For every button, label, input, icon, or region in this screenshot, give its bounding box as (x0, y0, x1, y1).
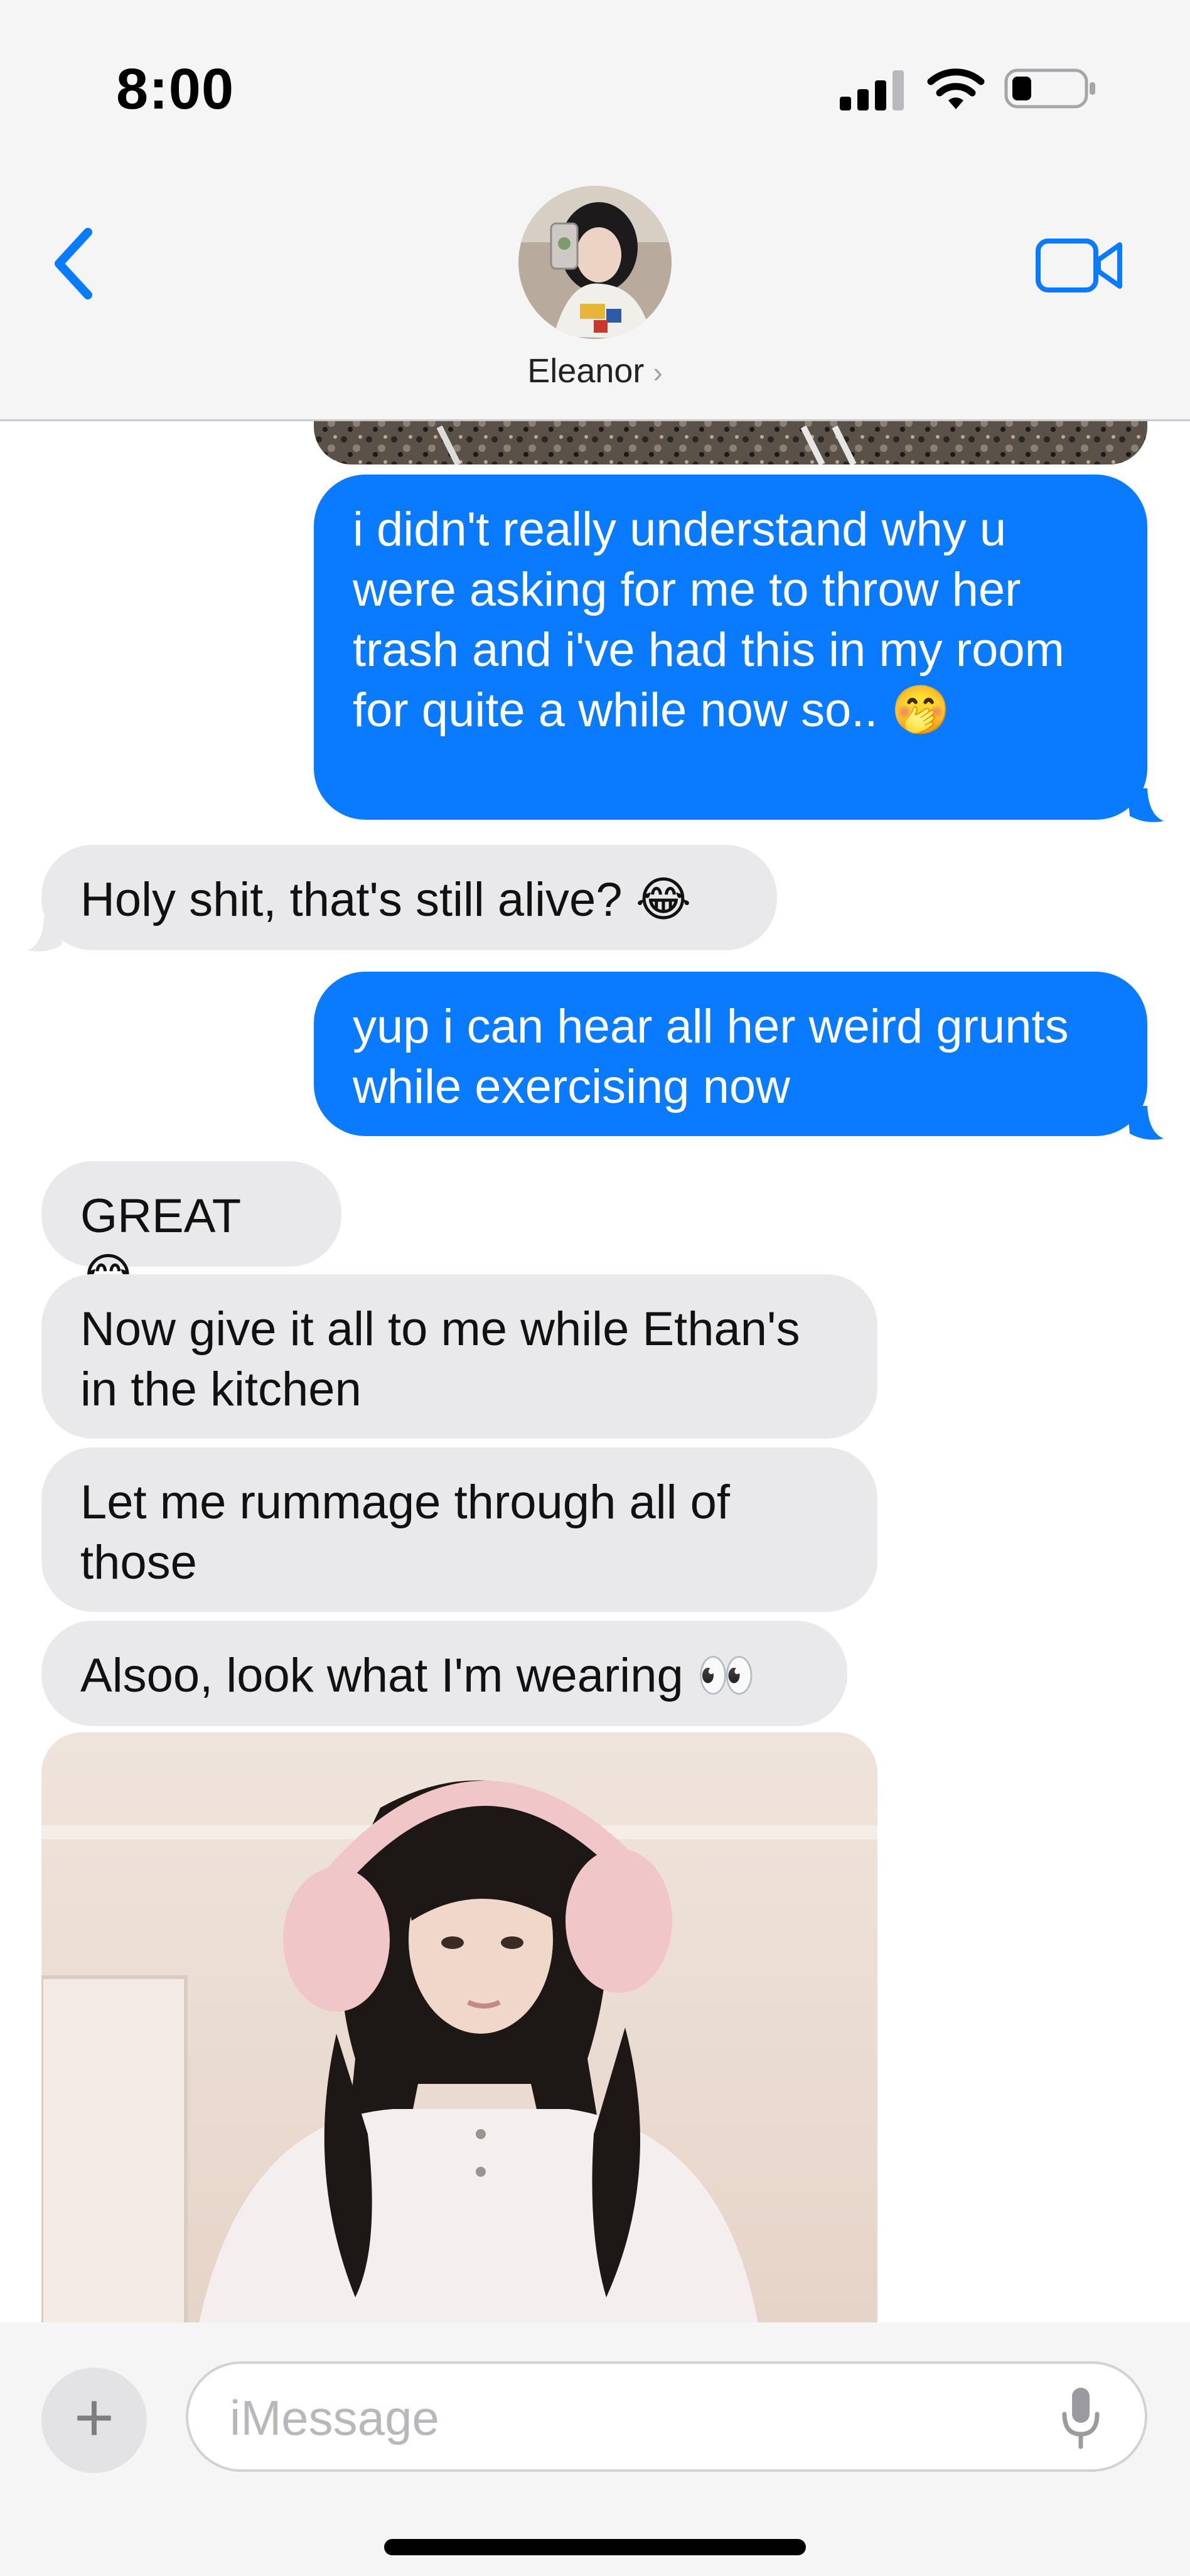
message-input[interactable] (228, 2383, 1034, 2453)
message-thread[interactable]: i didn't really understand why u were as… (0, 421, 1190, 2322)
video-call-icon[interactable] (1036, 237, 1123, 294)
home-indicator[interactable] (384, 2539, 806, 2555)
plus-icon[interactable]: + (41, 2368, 147, 2473)
bubble-tail (28, 918, 64, 952)
message-bubble-sent[interactable]: yup i can hear all her weird grunts whil… (314, 972, 1147, 1136)
contact-name-button[interactable]: Eleanor › (0, 352, 1190, 390)
message-bubble-sent[interactable]: i didn't really understand why u were as… (314, 475, 1147, 820)
message-bubble-received[interactable]: Let me rummage through all of those (41, 1447, 877, 1612)
status-time: 8:00 (116, 57, 235, 121)
previous-photo-image (314, 421, 1147, 464)
imessage-field[interactable] (186, 2361, 1147, 2472)
phone-screen: 8:00 Eleanor › i didn't really understan… (0, 0, 1190, 2576)
message-bubble-received[interactable]: Alsoo, look what I'm wearing 👀 (41, 1621, 847, 1726)
message-bubble-received[interactable]: Now give it all to me while Ethan's in t… (41, 1274, 877, 1439)
wifi-icon (927, 68, 985, 109)
composer-bar: + (0, 2322, 1190, 2576)
message-bubble-received[interactable]: GREAT 😂 (41, 1161, 341, 1303)
avatar-photo (518, 186, 672, 339)
message-bubble-received[interactable]: Holy shit, that's still alive? 😂 (41, 845, 777, 950)
photo-attachment[interactable] (41, 1732, 877, 2322)
bubble-tail (1127, 788, 1164, 822)
back-chevron-icon[interactable] (49, 226, 98, 301)
battery-icon (1004, 68, 1095, 109)
previous-photo-attachment[interactable] (314, 421, 1147, 464)
contact-detail-chevron-icon: › (653, 356, 663, 389)
contact-name: Eleanor (527, 352, 645, 390)
cellular-signal-icon (840, 70, 904, 110)
contact-avatar[interactable] (518, 186, 672, 339)
photo-image (41, 1732, 877, 2322)
bubble-tail (1127, 1106, 1164, 1140)
microphone-icon[interactable] (1061, 2385, 1101, 2450)
conversation-header: 8:00 Eleanor › (0, 0, 1190, 421)
